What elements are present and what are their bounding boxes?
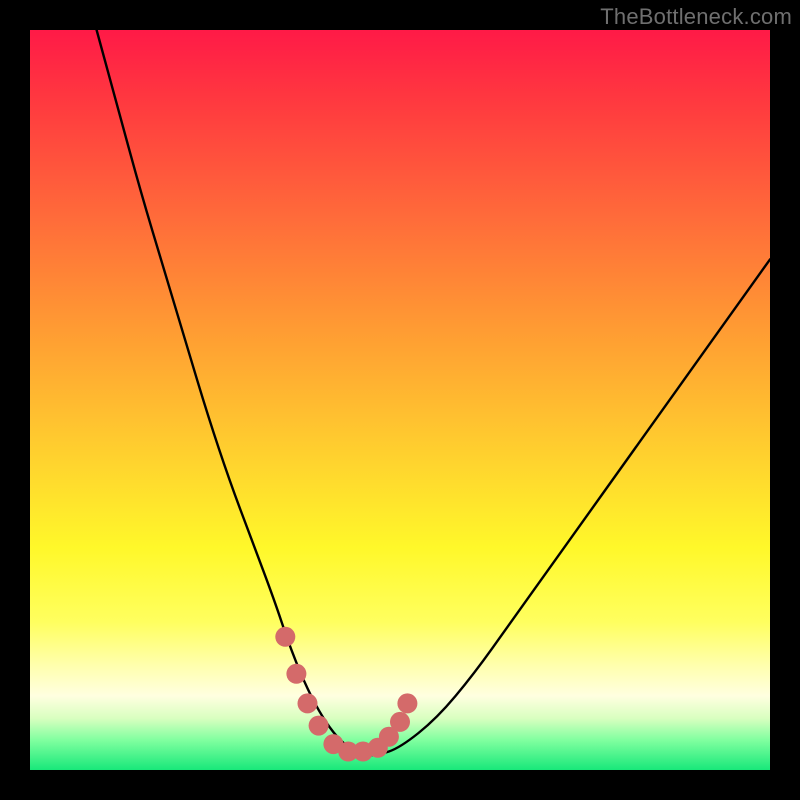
valley-marker xyxy=(298,693,318,713)
plot-area xyxy=(30,30,770,770)
valley-marker xyxy=(309,716,329,736)
valley-marker xyxy=(275,627,295,647)
bottleneck-curve xyxy=(97,30,770,755)
valley-marker xyxy=(286,664,306,684)
chart-svg xyxy=(30,30,770,770)
valley-marker xyxy=(397,693,417,713)
valley-marker xyxy=(390,712,410,732)
watermark-text: TheBottleneck.com xyxy=(600,4,792,30)
outer-frame: TheBottleneck.com xyxy=(0,0,800,800)
valley-markers xyxy=(275,627,417,762)
